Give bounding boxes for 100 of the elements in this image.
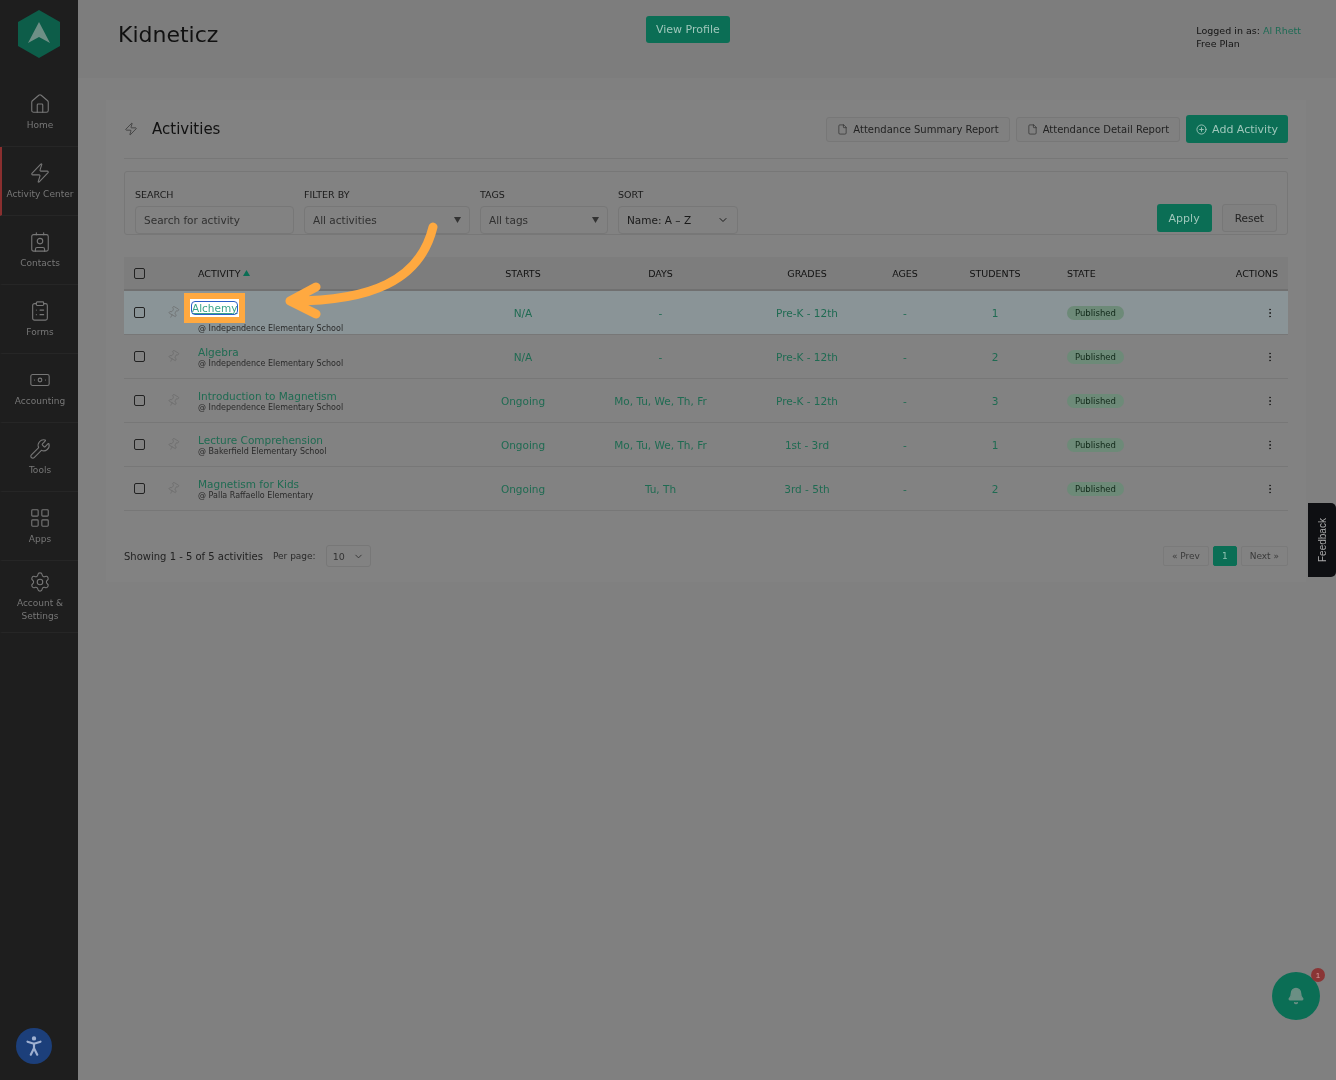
- location-text: @ Bakerfield Elementary School: [198, 446, 327, 456]
- row-checkbox[interactable]: [133, 351, 145, 362]
- lightning-icon: [29, 161, 51, 184]
- per-page-label: Per page:: [272, 551, 316, 561]
- column-header[interactable]: ACTIVITY: [192, 267, 458, 279]
- sort-dropdown[interactable]: Name: A – Z: [618, 206, 738, 234]
- column-header[interactable]: AGES: [881, 267, 929, 279]
- field-label: SORT: [618, 189, 645, 200]
- column-header[interactable]: ACTIONS: [1198, 267, 1288, 279]
- row-checkbox[interactable]: [133, 307, 145, 318]
- report-button[interactable]: Attendance Summary Report: [826, 116, 1010, 142]
- table-cell-text: Mo, Tu, We, Th, Fr: [613, 394, 708, 407]
- table-cell-text: N/A: [512, 306, 534, 319]
- table-cell-text: Ongoing: [499, 482, 547, 495]
- status-badge: Published: [1067, 393, 1124, 408]
- field-label: TAGS: [480, 189, 506, 200]
- table-row[interactable]: Algebra @ Independence Elementary School N/A - Pre-K - 12th - 2 Published: [124, 335, 1288, 379]
- logged-in-label: Logged in as:: [1196, 25, 1260, 36]
- tools-icon: [29, 437, 51, 460]
- column-header[interactable]: DAYS: [588, 267, 733, 279]
- table-cell-text: N/A: [512, 350, 534, 363]
- sidebar-item[interactable]: Forms: [0, 285, 78, 354]
- tags-dropdown[interactable]: All tags: [480, 206, 608, 234]
- sidebar-item[interactable]: Account & Settings: [0, 561, 78, 634]
- table-cell-text: -: [902, 350, 908, 363]
- table-cell-text: 1st - 3rd: [783, 438, 831, 451]
- search-field[interactable]: Search for activity: [135, 206, 294, 234]
- row-checkbox[interactable]: [133, 395, 145, 406]
- location-text: @ Independence Elementary School: [198, 402, 344, 412]
- document-icon: [1026, 123, 1038, 135]
- table-cell-text: Tu, Th: [643, 482, 678, 495]
- accessibility-button[interactable]: [16, 1028, 52, 1064]
- status-badge: Published: [1067, 305, 1124, 320]
- column-header[interactable]: STUDENTS: [929, 267, 1061, 279]
- status-badge: Published: [1067, 481, 1124, 496]
- table-cell-text: Mo, Tu, We, Th, Fr: [613, 438, 708, 451]
- filter-dropdown[interactable]: All activities: [304, 206, 470, 234]
- column-header[interactable]: STARTS: [458, 267, 588, 279]
- table-row[interactable]: Lecture Comprehension @ Bakerfield Elementary School Ongoing Mo, Tu, We, Th, Fr 1st - 3rd - 1 Published: [124, 423, 1288, 467]
- table-cell-text: -: [902, 438, 908, 451]
- location-text: @ Independence Elementary School: [198, 323, 344, 333]
- table-row[interactable]: Introduction to Magnetism @ Independence Elementary School Ongoing Mo, Tu, We, Th, Fr Pre-K - 12th - 3 Published: [124, 379, 1288, 423]
- table-row[interactable]: Alchemy @ Independence Elementary School N/A - Pre-K - 12th - 1 Published: [124, 291, 1288, 335]
- reset-button[interactable]: Reset: [1221, 204, 1277, 232]
- table-cell-text: -: [902, 306, 908, 319]
- sidebar-item[interactable]: Apps: [0, 492, 78, 561]
- report-button[interactable]: Attendance Detail Report: [1015, 116, 1181, 142]
- plan-label: Free Plan: [1196, 37, 1241, 51]
- field-label: FILTER BY: [304, 189, 351, 200]
- dropdown-triangle-icon: [454, 217, 461, 223]
- section-title: Activities: [152, 120, 221, 138]
- table-cell-text: -: [902, 394, 908, 407]
- page-title: Kidneticz: [118, 22, 220, 47]
- contact-card-icon: [29, 230, 51, 253]
- table-cell-text: 1: [990, 438, 1000, 451]
- row-checkbox[interactable]: [133, 439, 145, 450]
- row-checkbox[interactable]: [133, 483, 145, 494]
- table-cell-text: Pre-K - 12th: [775, 394, 839, 407]
- column-header[interactable]: STATE: [1061, 267, 1198, 279]
- field-label: SEARCH: [135, 189, 175, 200]
- sidebar-item[interactable]: Tools: [0, 423, 78, 492]
- clipboard-icon: [29, 299, 51, 322]
- table-cell-text: Pre-K - 12th: [775, 306, 839, 319]
- grid-icon: [29, 506, 51, 529]
- location-text: @ Independence Elementary School: [198, 358, 344, 368]
- table-cell-text: 2: [990, 482, 1000, 495]
- table-cell-text: -: [657, 306, 664, 319]
- logo-icon: [18, 10, 60, 58]
- view-profile-button[interactable]: View Profile: [646, 16, 730, 43]
- table-cell-text: 1: [990, 306, 1000, 319]
- notifications-button[interactable]: [1272, 972, 1320, 1020]
- apply-button[interactable]: Apply: [1156, 204, 1212, 232]
- per-page-dropdown[interactable]: 10: [325, 545, 371, 567]
- table-cell-text: 2: [990, 350, 1000, 363]
- sidebar-item[interactable]: Accounting: [0, 354, 78, 423]
- location-text: @ Palla Raffaello Elementary: [198, 490, 314, 500]
- table-cell-text: -: [657, 350, 664, 363]
- add-activity-button[interactable]: Add Activity: [1186, 115, 1288, 143]
- activity-link[interactable]: Alchemy: [192, 301, 238, 314]
- table-row[interactable]: Magnetism for Kids @ Palla Raffaello Elementary Ongoing Tu, Th 3rd - 5th - 2 Published: [124, 467, 1288, 511]
- notification-count: 1: [1311, 968, 1325, 982]
- lightning-icon: [124, 122, 138, 136]
- table-cell-text: -: [902, 482, 908, 495]
- column-header[interactable]: GRADES: [733, 267, 881, 279]
- results-summary: Showing 1 - 5 of 5 activities: [124, 550, 263, 562]
- pagination-button[interactable]: 1: [1212, 546, 1237, 566]
- select-all-checkbox[interactable]: [133, 267, 145, 279]
- table-cell-text: Ongoing: [499, 438, 547, 451]
- table-cell-text: Pre-K - 12th: [775, 350, 839, 363]
- sidebar-item[interactable]: Activity Center: [0, 147, 78, 216]
- status-badge: Published: [1067, 437, 1124, 452]
- status-badge: Published: [1067, 349, 1124, 364]
- table-cell-text: 3rd - 5th: [783, 482, 831, 495]
- house-icon: [29, 92, 51, 115]
- bell-icon: [1287, 987, 1305, 1005]
- feedback-tab[interactable]: Feedback: [1308, 503, 1336, 577]
- table-cell-text: Ongoing: [499, 394, 547, 407]
- sidebar-item[interactable]: Home: [0, 78, 78, 147]
- table-cell-text: 3: [990, 394, 1000, 407]
- sidebar-item[interactable]: Contacts: [0, 216, 78, 285]
